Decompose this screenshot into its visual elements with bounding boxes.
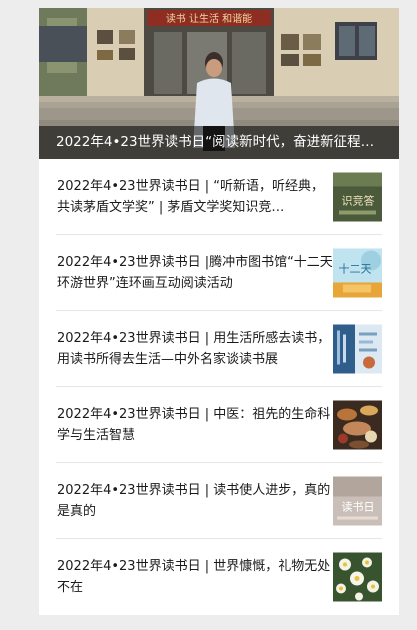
list-item[interactable]: 2022年4•23世界读书日 | 中医：祖先的生命科学与生活智慧 [56, 387, 382, 463]
herbal-medicine-icon[interactable] [333, 400, 382, 449]
article-title[interactable]: 2022年4•23世界读书日 | 中医：祖先的生命科学与生活智慧 [57, 404, 333, 446]
article-title[interactable]: 2022年4•23世界读书日 | 世界慷慨，礼物无处不在 [57, 556, 333, 598]
reading-day-poster-text: 读书日 [342, 499, 375, 513]
article-title[interactable]: 2022年4•23世界读书日 | 用生活所感去读书，用读书所得去生活—中外名家谈… [57, 328, 333, 370]
reading-day-poster-icon[interactable]: 读书日 [333, 476, 382, 525]
quiz-poster-text: 识竞答 [342, 193, 375, 207]
article-title[interactable]: 2022年4•23世界读书日 | “听新语，听经典，共读茅盾文学奖” | 茅盾文… [57, 176, 333, 218]
list-item[interactable]: 2022年4•23世界读书日 |腾冲市图书馆“十二天环游世界”连环画互动阅读活动… [56, 235, 382, 311]
article-title[interactable]: 2022年4•23世界读书日 | 读书使人进步，真的是真的 [57, 480, 333, 522]
list-item[interactable]: 2022年4•23世界读书日 | 读书使人进步，真的是真的 读书日 [56, 463, 382, 539]
flowers-photo-icon[interactable] [333, 552, 382, 602]
article-title[interactable]: 2022年4•23世界读书日 |腾冲市图书馆“十二天环游世界”连环画互动阅读活动 [57, 252, 333, 294]
world-tour-poster-text: 十二天 [339, 261, 372, 275]
list-item[interactable]: 2022年4•23世界读书日 | “听新语，听经典，共读茅盾文学奖” | 茅盾文… [56, 159, 382, 235]
quiz-poster-icon[interactable]: 识竞答 [333, 172, 382, 221]
article-list: 2022年4•23世界读书日 | “听新语，听经典，共读茅盾文学奖” | 茅盾文… [39, 159, 399, 615]
exhibition-poster-icon[interactable] [333, 324, 382, 373]
world-tour-poster-icon[interactable]: 十二天 [333, 248, 382, 297]
hero-banner[interactable]: 读书 让生活 和谐能 2022年4•23世界读书日“阅读新时代，奋进新征程… [39, 8, 399, 159]
hero-sign-text: 读书 让生活 和谐能 [166, 12, 252, 25]
article-list-card: 读书 让生活 和谐能 2022年4•23世界读书日“阅读新时代，奋进新征程… 2… [39, 8, 399, 615]
list-item[interactable]: 2022年4•23世界读书日 | 用生活所感去读书，用读书所得去生活—中外名家谈… [56, 311, 382, 387]
list-item[interactable]: 2022年4•23世界读书日 | 世界慷慨，礼物无处不在 [56, 539, 382, 615]
hero-caption[interactable]: 2022年4•23世界读书日“阅读新时代，奋进新征程… [56, 132, 387, 152]
